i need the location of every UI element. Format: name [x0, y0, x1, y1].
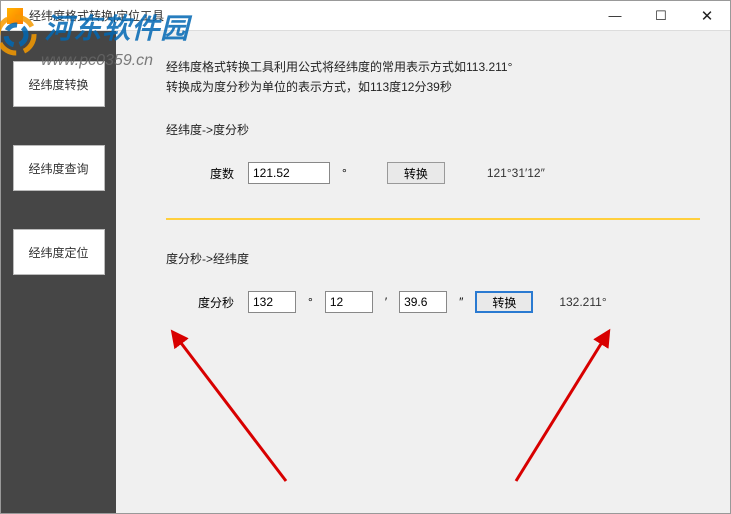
description: 经纬度格式转换工具利用公式将经纬度的常用表示方式如113.211° 转换成为度分…	[166, 57, 700, 97]
sidebar-item-label: 经纬度转换	[28, 76, 88, 93]
convert-to-decimal-button[interactable]: 转换	[475, 291, 533, 313]
dms-deg-input[interactable]	[248, 291, 296, 313]
section2-title: 度分秒->经纬度	[166, 250, 700, 267]
annotation-arrow-right	[496, 321, 656, 501]
degree-unit: °	[342, 166, 347, 180]
sidebar-item-locate[interactable]: 经纬度定位	[13, 229, 105, 275]
divider	[166, 218, 700, 220]
title-bar: 经纬度格式转换|定位工具 — ☐ ✕	[1, 1, 730, 31]
minimize-button[interactable]: —	[592, 1, 638, 31]
description-line2: 转换成为度分秒为单位的表示方式，如113度12分39秒	[166, 77, 700, 97]
close-button[interactable]: ✕	[684, 1, 730, 31]
sidebar-item-lookup[interactable]: 经纬度查询	[13, 145, 105, 191]
description-line1: 经纬度格式转换工具利用公式将经纬度的常用表示方式如113.211°	[166, 57, 700, 77]
sidebar-item-label: 经纬度定位	[28, 244, 88, 261]
sidebar-item-label: 经纬度查询	[28, 160, 88, 177]
sidebar: 经纬度转换 经纬度查询 经纬度定位	[1, 31, 116, 513]
window-title: 经纬度格式转换|定位工具	[29, 7, 592, 24]
convert-to-dms-button[interactable]: 转换	[387, 162, 445, 184]
main-panel: 经纬度格式转换工具利用公式将经纬度的常用表示方式如113.211° 转换成为度分…	[116, 31, 730, 513]
dms-sec-input[interactable]	[399, 291, 447, 313]
section1-row: 度数 ° 转换 121°31′12″	[194, 162, 700, 184]
dms-result: 121°31′12″	[487, 166, 545, 180]
degree-label: 度数	[194, 165, 234, 182]
deg-unit: °	[308, 295, 313, 309]
section2-row: 度分秒 ° ′ ″ 转换 132.211°	[194, 291, 700, 313]
decimal-result: 132.211°	[559, 295, 606, 309]
sec-unit: ″	[459, 295, 463, 309]
degree-input[interactable]	[248, 162, 330, 184]
annotation-arrow-left	[156, 321, 316, 501]
section1-title: 经纬度->度分秒	[166, 121, 700, 138]
min-unit: ′	[385, 295, 387, 309]
dms-label: 度分秒	[194, 294, 234, 311]
dms-min-input[interactable]	[325, 291, 373, 313]
sidebar-item-convert[interactable]: 经纬度转换	[13, 61, 105, 107]
app-icon	[7, 8, 23, 24]
maximize-button[interactable]: ☐	[638, 1, 684, 31]
